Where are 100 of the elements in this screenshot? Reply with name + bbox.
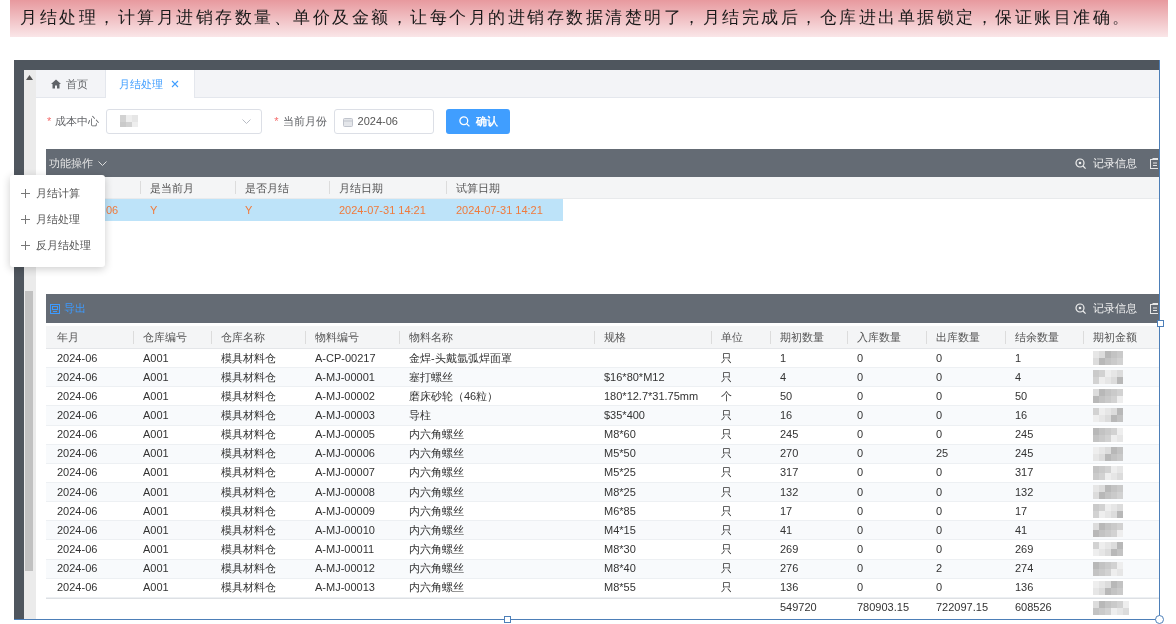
table-cell-text: 06 — [106, 203, 120, 218]
table-cell-text: 模具材料仓 — [220, 388, 277, 404]
table-cell-text: 0 — [856, 446, 865, 462]
table-cell-text: M8*40 — [603, 561, 637, 577]
table-cell-text: A001 — [142, 446, 170, 462]
table-row[interactable]: 2024-06 A001 模具材料仓 A-MJ-00003 导柱 $35*400 只 16 0 0 16 — [46, 406, 1159, 426]
total-cell-text: 722097.15 — [935, 600, 989, 615]
menu-item[interactable]: 反月结处理 — [10, 232, 105, 258]
table-cell-text: 16 — [1014, 408, 1029, 423]
resize-handle-icon[interactable] — [1155, 615, 1164, 624]
table-cell-text: 0 — [856, 484, 865, 500]
table-cell-text: A-MJ-00005 — [314, 427, 376, 443]
table-cell-text: 0 — [935, 408, 944, 423]
table-cell-text: 0 — [935, 503, 944, 519]
table-row[interactable]: 2024-06 A001 模具材料仓 A-MJ-00011 内六角螺丝 M8*30 只 269 0 0 269 — [46, 540, 1159, 560]
table-cell-text: 1 — [1014, 350, 1023, 366]
table-row[interactable]: 2024-06 A001 模具材料仓 A-MJ-00008 内六角螺丝 M8*25 只 132 0 0 132 — [46, 483, 1159, 503]
search-icon — [458, 115, 470, 127]
close-icon[interactable] — [171, 80, 179, 88]
table-cell-text: A-MJ-00008 — [314, 484, 376, 500]
table-cell-text: 只 — [720, 427, 733, 443]
table-cell-text: 1 — [779, 350, 788, 366]
table-cell-text: 0 — [856, 350, 865, 366]
table-cell-text: 内六角螺丝 — [408, 541, 465, 557]
table-cell-text: A001 — [142, 427, 170, 443]
table-cell-text: 个 — [720, 388, 733, 404]
table-cell-text: A-MJ-00003 — [314, 408, 376, 423]
table-row[interactable]: 2024-06 A001 模具材料仓 A-MJ-00010 内六角螺丝 M4*15 只 41 0 0 41 — [46, 521, 1159, 541]
table-cell-text: 317 — [1014, 465, 1035, 481]
table-row[interactable]: 2024-06 A001 模具材料仓 A-MJ-00001 塞打螺丝 $16*80*M12 只 4 0 0 4 — [46, 368, 1159, 388]
table-cell-text: 0 — [856, 427, 865, 443]
banner-text: 月结处理，计算月进销存数量、单价及金额，让每个月的进销存数据清楚明了，月结完成后，仓库进出单据锁定，保证账目准确。 — [19, 7, 1132, 28]
table-cell-text: 269 — [779, 541, 800, 557]
table-cell-text: 导柱 — [408, 408, 432, 423]
table-row[interactable]: 2024-06 A001 模具材料仓 A-MJ-00006 内六角螺丝 M5*50 只 270 0 25 245 — [46, 444, 1159, 464]
document-icon[interactable] — [1150, 157, 1158, 169]
table-cell-text: M8*25 — [603, 484, 637, 500]
table-cell-text: 270 — [779, 446, 800, 462]
table-cell-text: 模具材料仓 — [220, 503, 277, 519]
table-cell-text: Y — [244, 203, 254, 218]
table-cell-text: 0 — [856, 503, 865, 519]
table-cell-text: 内六角螺丝 — [408, 561, 465, 577]
chevron-down-icon — [98, 160, 107, 166]
table-cell-text: 模具材料仓 — [220, 350, 277, 366]
scroll-up-icon[interactable] — [26, 75, 33, 80]
table-cell-text: M8*60 — [603, 427, 637, 443]
required-mark: * — [47, 115, 52, 127]
table-cell-text: A001 — [142, 522, 170, 538]
table-cell-text: 模具材料仓 — [220, 561, 277, 577]
table-cell-text: 0 — [935, 484, 944, 500]
table-cell-text: 276 — [779, 561, 800, 577]
table-cell-text: A-MJ-00009 — [314, 503, 376, 519]
table-row[interactable]: 2024-06 A001 模具材料仓 A-MJ-00013 内六角螺丝 M8*55 只 136 0 0 136 — [46, 578, 1159, 598]
blurred-value — [1093, 446, 1123, 461]
table-cell-text: A-MJ-00010 — [314, 522, 376, 538]
table-row[interactable]: 2024-06 A001 模具材料仓 A-MJ-00012 内六角螺丝 M8*40 只 276 0 2 274 — [46, 559, 1159, 579]
table-cell-text: 136 — [1014, 580, 1035, 596]
table-cell-text: 只 — [720, 561, 733, 577]
table-cell-text: M6*85 — [603, 503, 637, 519]
actions-menu-button[interactable]: 功能操作 — [49, 155, 107, 171]
table-cell-text: A-MJ-00007 — [314, 465, 376, 481]
table-row[interactable]: 2024-06 A001 模具材料仓 A-MJ-00007 内六角螺丝 M5*25 只 317 0 0 317 — [46, 463, 1159, 483]
table-cell-text: 25 — [935, 446, 950, 462]
plus-icon — [21, 214, 30, 224]
table-cell-text: Y — [149, 203, 159, 218]
field-label: 成本中心 — [55, 113, 100, 129]
table-cell-text: 0 — [856, 369, 865, 385]
table-cell-text: 2024-06 — [56, 388, 99, 404]
table-cell-text: 41 — [779, 522, 794, 538]
table-cell-text: 2024-06 — [56, 369, 99, 385]
table-cell-text: 2024-06 — [56, 446, 99, 462]
select-field[interactable] — [106, 108, 263, 134]
record-info-button[interactable]: 记录信息 — [1075, 301, 1137, 316]
table-cell-text: A001 — [142, 503, 170, 519]
table-cell-text: 0 — [935, 369, 944, 385]
table-cell-text: $35*400 — [603, 408, 646, 423]
table-cell-text: 内六角螺丝 — [408, 427, 465, 443]
record-info-button[interactable]: 记录信息 — [1075, 155, 1137, 171]
document-icon[interactable] — [1150, 303, 1158, 314]
tab[interactable]: 首页 — [36, 70, 105, 98]
table-cell-text: 模具材料仓 — [220, 541, 277, 557]
table-cell-text: 只 — [720, 369, 733, 385]
table-cell-text: 只 — [720, 580, 733, 596]
scrollbar-thumb[interactable] — [25, 291, 33, 571]
table-cell-text: 2024-06 — [56, 580, 99, 596]
table-cell-text: 50 — [779, 388, 794, 404]
table-cell-text: 模具材料仓 — [220, 580, 277, 596]
blurred-value — [1093, 542, 1123, 557]
table-cell-text: 2024-06 — [56, 484, 99, 500]
table-cell-text: 0 — [935, 580, 944, 596]
table-cell-text: 只 — [720, 503, 733, 519]
resize-handle-icon[interactable] — [504, 616, 511, 623]
plus-icon — [21, 240, 30, 250]
table-cell-text: 0 — [935, 522, 944, 538]
resize-handle-icon[interactable] — [1157, 320, 1164, 327]
date-field[interactable]: 2024-06 — [333, 108, 434, 134]
table-cell-text: 2 — [935, 561, 944, 577]
table-row[interactable]: 2024-06 A001 模具材料仓 A-MJ-00005 内六角螺丝 M8*60 只 245 0 0 245 — [46, 425, 1159, 445]
blurred-value — [1093, 389, 1123, 404]
table-cell-text: 17 — [1014, 503, 1029, 519]
